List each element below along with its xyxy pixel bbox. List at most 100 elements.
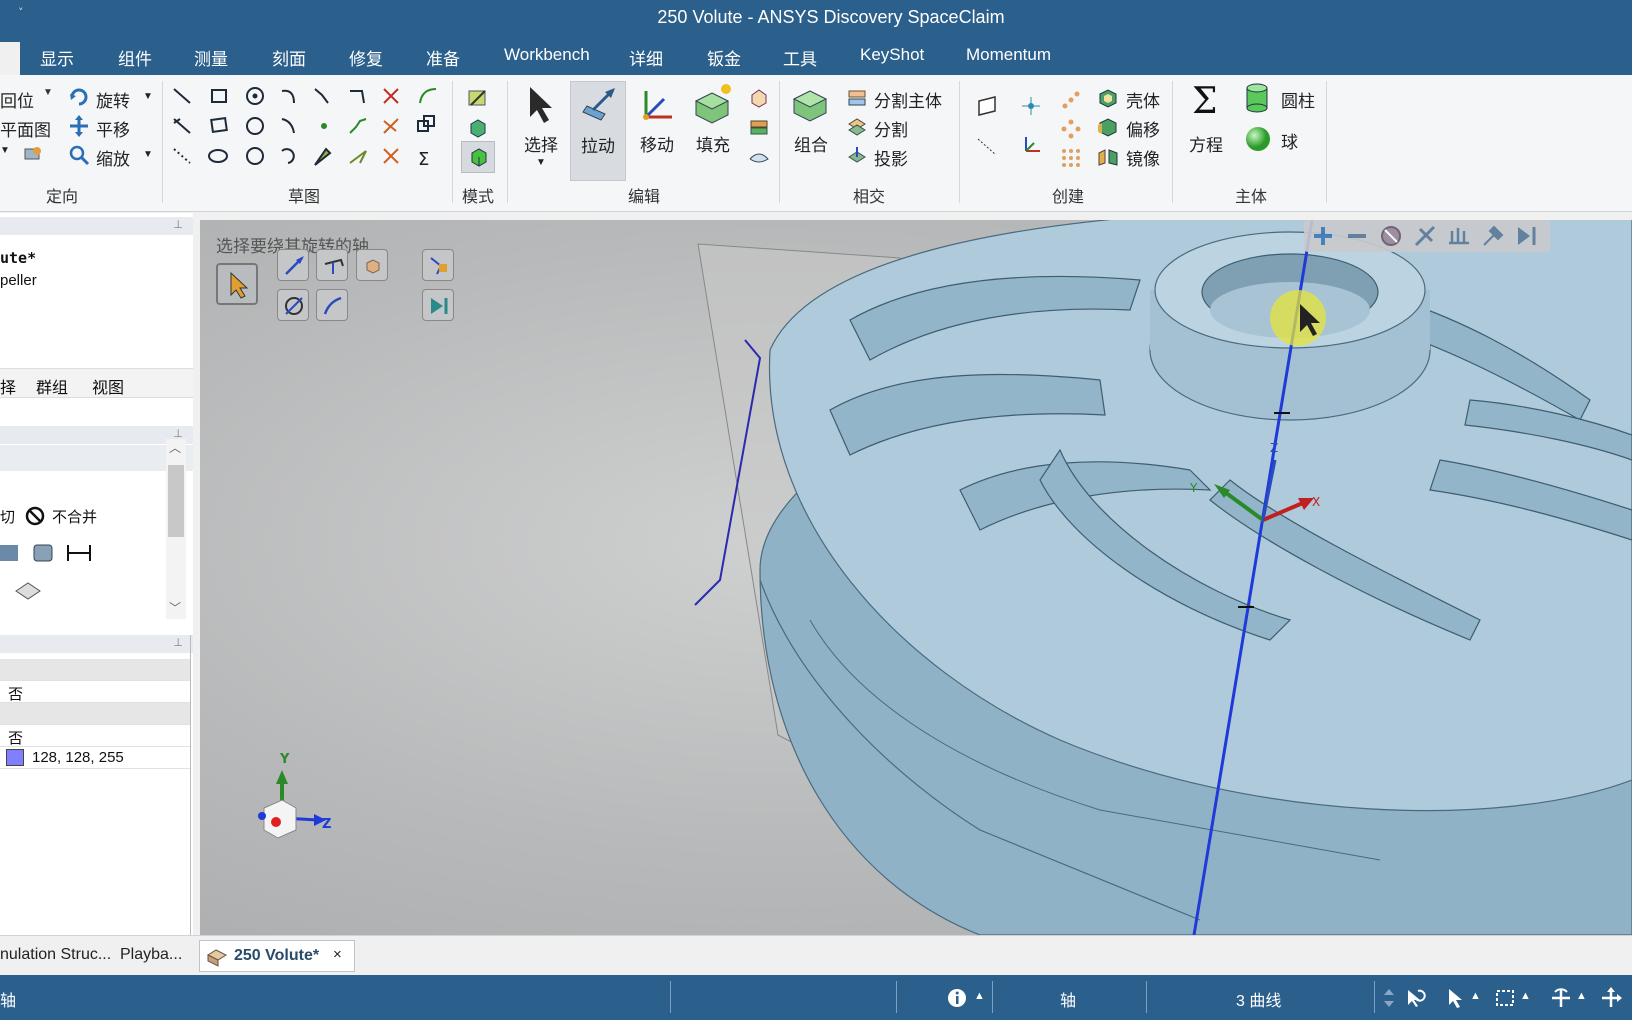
select-button[interactable]: 选择 ▼ (514, 79, 568, 179)
sphere-button[interactable]: 球 (1281, 128, 1298, 153)
tab-repair[interactable]: 修复 (349, 45, 383, 70)
mirror-icon[interactable] (1097, 145, 1119, 167)
playback-tab[interactable]: Playba... (120, 946, 182, 964)
simulation-structure-tab[interactable]: nulation Struc... (0, 946, 111, 964)
tab-detail[interactable]: 详细 (629, 45, 663, 70)
dropdown-arrow-icon[interactable]: ▼ (0, 145, 10, 156)
zoom-out-icon[interactable] (1344, 223, 1370, 249)
tab-groups[interactable]: 群组 (36, 374, 68, 398)
project-button[interactable]: 投影 (874, 145, 908, 170)
circular-pattern-icon[interactable] (1060, 118, 1082, 140)
option-icons-row[interactable] (0, 541, 100, 565)
sphere-icon[interactable] (1244, 125, 1272, 153)
body-tool-guide[interactable] (356, 249, 388, 281)
tab-tools[interactable]: 工具 (783, 45, 817, 70)
no-entry-icon[interactable] (1378, 223, 1404, 249)
axis-icon[interactable] (976, 135, 998, 157)
tab-selection[interactable]: 择 (0, 374, 16, 398)
pull-button[interactable]: 拉动 (570, 81, 626, 181)
pan-status-icon[interactable] (1600, 987, 1622, 1009)
color-property-row[interactable]: 128, 128, 255 (0, 747, 190, 769)
tab-sheet-metal[interactable]: 钣金 (707, 45, 741, 70)
pivot-tool-guide[interactable] (316, 249, 348, 281)
dropdown-arrow-icon[interactable]: ▼ (143, 149, 153, 160)
no-merge-option[interactable]: 不合并 (52, 506, 97, 527)
dropdown-arrow-icon[interactable]: ▼ (143, 91, 153, 102)
3d-mode-button[interactable] (461, 141, 495, 173)
tab-workbench[interactable]: Workbench (504, 45, 590, 65)
sketch-mode-icon[interactable] (467, 87, 489, 109)
3d-viewport[interactable]: Y Z X Y Z 选择要绕其旋转的轴 (200, 220, 1632, 935)
complete-icon[interactable] (1514, 223, 1540, 249)
replace-icon[interactable] (748, 116, 770, 138)
close-tab-icon[interactable]: × (333, 946, 342, 963)
property-row[interactable]: 否 (0, 725, 190, 747)
property-row[interactable]: 否 (0, 681, 190, 703)
no-merge-icon[interactable] (24, 505, 46, 527)
cylinder-button[interactable]: 圆柱 (1281, 87, 1315, 112)
pan-icon[interactable] (68, 115, 90, 137)
shell-icon[interactable] (1097, 87, 1119, 109)
tab-measure[interactable]: 测量 (194, 45, 228, 70)
option-icon-layer[interactable] (0, 577, 42, 601)
options-scrollbar[interactable]: ︿ ﹀ (166, 439, 186, 619)
blend-icon[interactable] (748, 87, 770, 109)
path-tool-guide[interactable] (316, 289, 348, 321)
file-tab-stub[interactable] (0, 42, 20, 75)
split-body-button[interactable]: 分割主体 (874, 87, 942, 112)
selection-cycle-icon[interactable] (1378, 987, 1400, 1009)
tab-keyshot[interactable]: KeyShot (860, 45, 924, 65)
tab-display[interactable]: 显示 (40, 45, 74, 70)
origin-icon[interactable] (1020, 135, 1042, 157)
select-pointer-icon[interactable] (1444, 987, 1466, 1009)
plan-view-button[interactable]: 平面图 (0, 116, 51, 141)
complete-tool-guide[interactable] (422, 289, 454, 321)
shell-button[interactable]: 壳体 (1126, 87, 1160, 112)
mirror-button[interactable]: 镜像 (1126, 145, 1160, 170)
select-tool-guide[interactable] (216, 263, 258, 305)
ruler-icon[interactable] (1446, 223, 1472, 249)
pan-button[interactable]: 平移 (96, 116, 130, 141)
dropdown-arrow-icon[interactable]: ▲ (1520, 990, 1531, 1002)
options-tool-guide[interactable] (422, 249, 454, 281)
axis-tool-guide[interactable] (277, 249, 309, 281)
document-tab[interactable]: 250 Volute* × (199, 940, 355, 972)
move-button[interactable]: 移动 (630, 79, 684, 179)
linear-pattern-icon[interactable] (1060, 89, 1082, 111)
grid-pattern-icon[interactable] (1060, 147, 1082, 169)
dropdown-arrow-icon[interactable]: ▼ (514, 157, 568, 168)
dropdown-arrow-icon[interactable]: ▲ (1470, 990, 1481, 1002)
combine-button[interactable]: 组合 (784, 79, 838, 179)
cylinder-icon[interactable] (1244, 83, 1270, 113)
point-icon[interactable] (1020, 95, 1042, 117)
zoom-in-icon[interactable] (1310, 223, 1336, 249)
plane-icon[interactable] (976, 95, 998, 117)
tab-prepare[interactable]: 准备 (426, 45, 460, 70)
impeller-model[interactable]: Y Z X Y Z (200, 220, 1632, 935)
home-view-button[interactable]: 回位 (0, 87, 34, 112)
dropdown-arrow-icon[interactable]: ▲ (1576, 990, 1587, 1002)
section-mode-icon[interactable] (467, 117, 489, 139)
fill-button[interactable]: 填充 (686, 79, 740, 179)
tab-momentum[interactable]: Momentum (966, 45, 1051, 65)
scroll-up-icon[interactable]: ︿ (169, 439, 181, 456)
sketch-tools-grid[interactable]: Σ (170, 83, 440, 179)
offset-button[interactable]: 偏移 (1126, 116, 1160, 141)
equation-button[interactable]: Σ 方程 (1180, 79, 1232, 179)
project-icon[interactable] (846, 145, 868, 167)
box-select-icon[interactable] (1494, 987, 1516, 1009)
snap-view-icon[interactable] (22, 143, 44, 165)
zoom-icon[interactable] (68, 144, 90, 166)
rotate-button[interactable]: 旋转 (96, 87, 130, 112)
info-icon[interactable] (946, 987, 968, 1009)
pin-icon[interactable]: ⊥ (173, 636, 183, 649)
tab-views[interactable]: 视图 (92, 374, 124, 398)
view-triad[interactable]: Y Z (258, 752, 331, 839)
dimension-icon[interactable] (1480, 223, 1506, 249)
tweak-face-icon[interactable] (748, 145, 770, 167)
split-button[interactable]: 分割 (874, 116, 908, 141)
tree-child-item[interactable]: peller (0, 272, 37, 289)
cut-option[interactable]: 切 (0, 506, 15, 527)
offset-icon[interactable] (1097, 116, 1119, 138)
rotate-status-icon[interactable] (1550, 987, 1572, 1009)
